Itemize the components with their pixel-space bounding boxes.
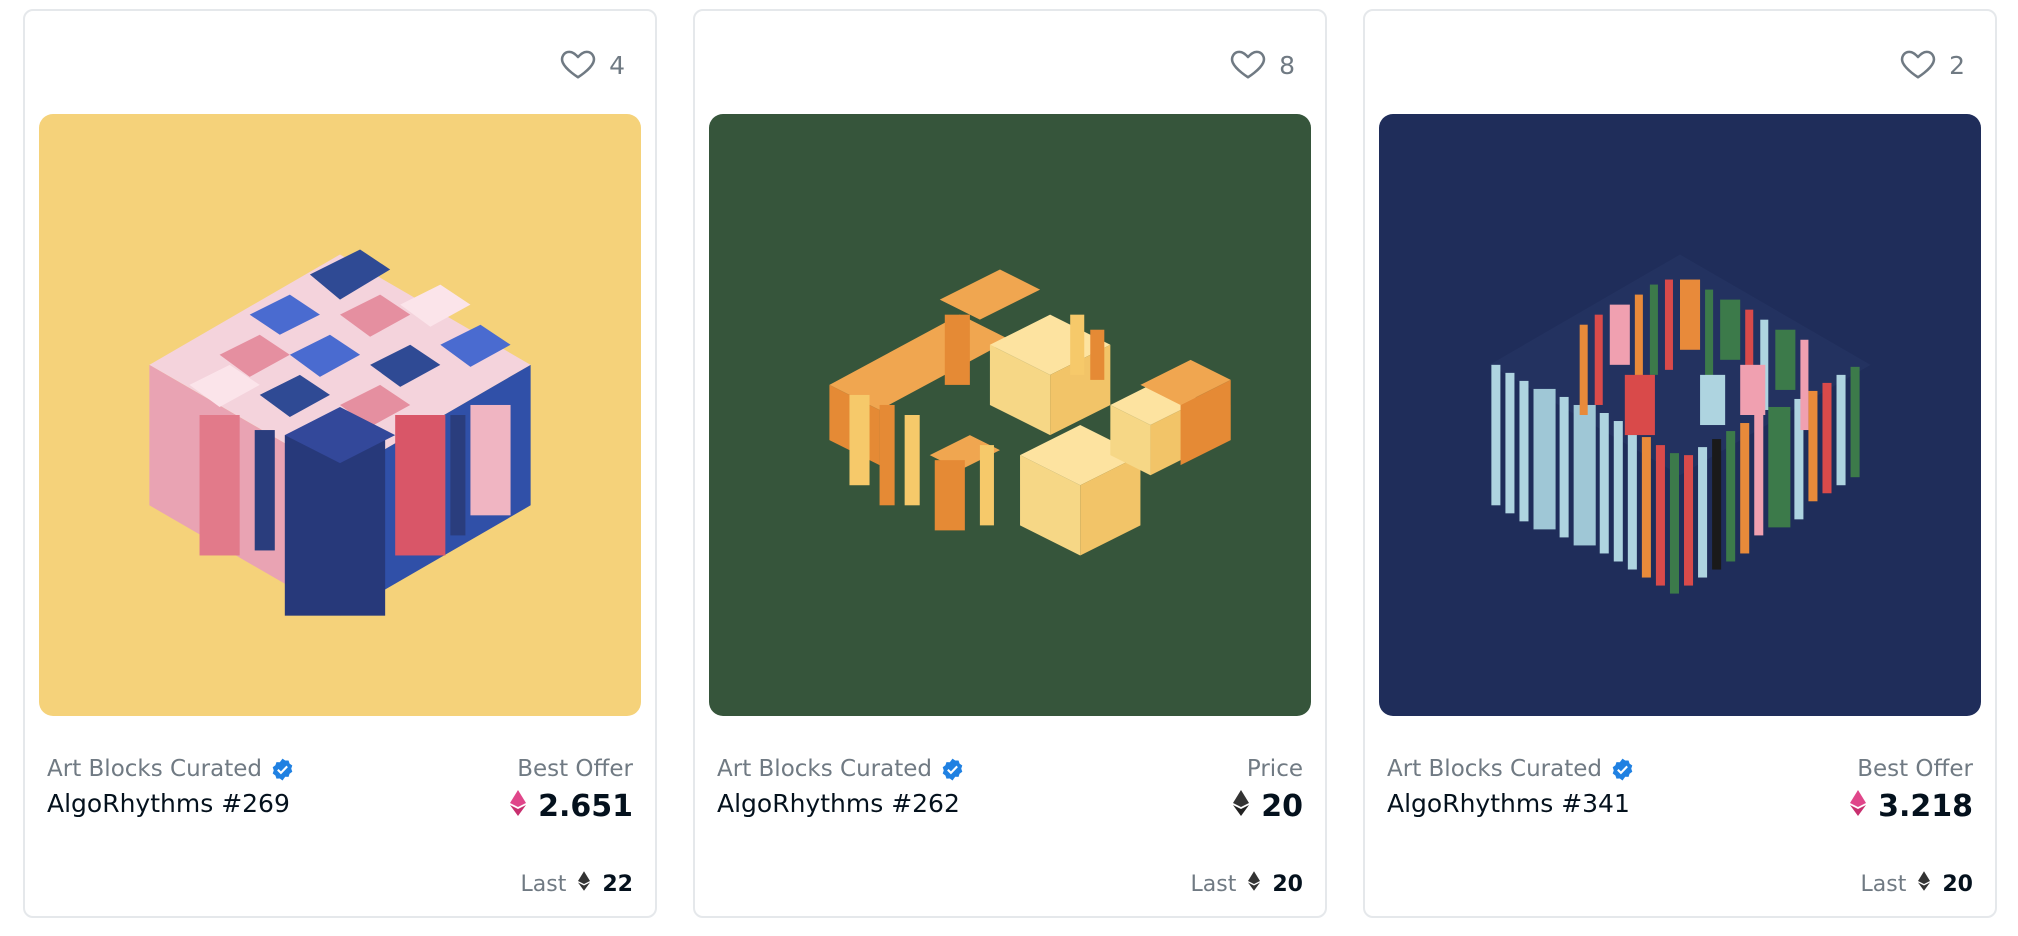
collection-name[interactable]: Art Blocks Curated	[1387, 756, 1635, 782]
nft-image[interactable]	[709, 114, 1311, 716]
heart-icon[interactable]	[1229, 44, 1267, 86]
nft-card-3[interactable]: 2 Art Blocks Curated AlgoRhythms #341 Be…	[1363, 9, 1997, 918]
price: 20	[1233, 789, 1303, 824]
favorite-button[interactable]: 8	[1229, 39, 1295, 91]
favorite-button[interactable]: 2	[1899, 39, 1965, 91]
last-sale-value: 22	[602, 871, 633, 897]
price-label: Best Offer	[517, 756, 633, 782]
collection-label[interactable]: Art Blocks Curated	[717, 756, 932, 782]
nft-image[interactable]	[1379, 114, 1981, 716]
heart-icon[interactable]	[559, 44, 597, 86]
favorite-count: 4	[609, 50, 625, 80]
ethereum-icon	[510, 789, 527, 824]
nft-card-1[interactable]: 4 Art Blocks Curated AlgoRhythms #269 Be…	[23, 9, 657, 918]
last-sale-label: Last	[1190, 871, 1237, 897]
price-label: Best Offer	[1857, 756, 1973, 782]
verified-badge-icon	[940, 757, 965, 782]
collection-label[interactable]: Art Blocks Curated	[1387, 756, 1602, 782]
collection-name[interactable]: Art Blocks Curated	[47, 756, 295, 782]
price-label: Price	[1246, 756, 1303, 782]
heart-icon[interactable]	[1899, 44, 1937, 86]
nft-title[interactable]: AlgoRhythms #269	[47, 789, 290, 818]
nft-title[interactable]: AlgoRhythms #262	[717, 789, 960, 818]
last-sale-label: Last	[1860, 871, 1907, 897]
verified-badge-icon	[270, 757, 295, 782]
price: 3.218	[1850, 789, 1973, 824]
last-sale: Last 20	[1861, 871, 1973, 897]
ethereum-icon	[1918, 871, 1931, 897]
price: 2.651	[510, 789, 633, 824]
last-sale-value: 20	[1272, 871, 1303, 897]
nft-image[interactable]	[39, 114, 641, 716]
nft-title[interactable]: AlgoRhythms #341	[1387, 789, 1630, 818]
price-value: 3.218	[1878, 789, 1973, 824]
favorite-count: 8	[1279, 50, 1295, 80]
ethereum-icon	[1233, 789, 1250, 824]
verified-badge-icon	[1610, 757, 1635, 782]
ethereum-icon	[1248, 871, 1261, 897]
favorite-button[interactable]: 4	[559, 39, 625, 91]
ethereum-icon	[578, 871, 591, 897]
nft-card-2[interactable]: 8 Art Blocks Curated AlgoRhythms #262 Pr…	[693, 9, 1327, 918]
last-sale-label: Last	[520, 871, 567, 897]
last-sale: Last 22	[521, 871, 633, 897]
favorite-count: 2	[1949, 50, 1965, 80]
last-sale: Last 20	[1191, 871, 1303, 897]
price-value: 2.651	[538, 789, 633, 824]
collection-label[interactable]: Art Blocks Curated	[47, 756, 262, 782]
last-sale-value: 20	[1942, 871, 1973, 897]
collection-name[interactable]: Art Blocks Curated	[717, 756, 965, 782]
price-value: 20	[1261, 789, 1303, 824]
ethereum-icon	[1850, 789, 1867, 824]
